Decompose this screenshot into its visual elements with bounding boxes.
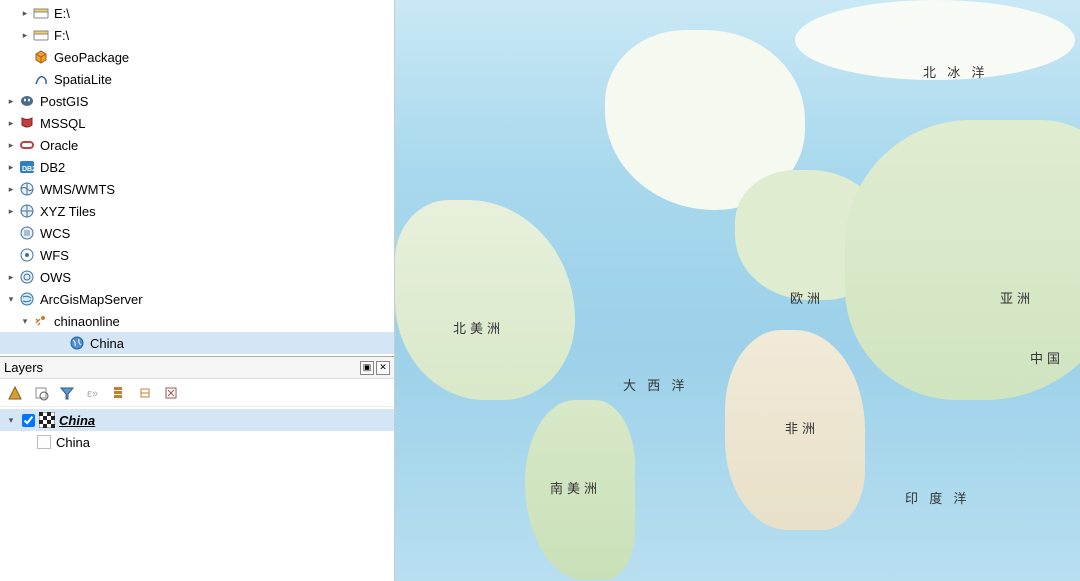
map-label: 大 西 洋 — [623, 375, 689, 394]
xyz-icon — [18, 202, 36, 220]
browser-item-label: China — [90, 336, 124, 351]
expression-button[interactable]: ε» — [84, 384, 102, 402]
layers-panel-header: Layers ▣ ✕ — [0, 357, 394, 379]
browser-item-label: XYZ Tiles — [40, 204, 96, 219]
expand-toggle-icon[interactable]: ▸ — [4, 94, 18, 108]
filter-legend-button[interactable] — [32, 384, 50, 402]
drive-icon — [32, 26, 50, 44]
layers-panel-title: Layers — [4, 360, 43, 375]
browser-item[interactable]: WFS — [0, 244, 394, 266]
sublayer-label: China — [56, 435, 90, 450]
browser-item[interactable]: ▸ OWS — [0, 266, 394, 288]
oracle-icon — [18, 136, 36, 154]
svg-text:DB2: DB2 — [22, 166, 35, 173]
browser-item-label: E:\ — [54, 6, 70, 21]
map-label: 非洲 — [785, 418, 819, 437]
expand-toggle-icon[interactable]: ▸ — [18, 6, 32, 20]
sublayer-china[interactable]: China — [0, 431, 394, 453]
map-label: 印 度 洋 — [905, 488, 971, 507]
browser-item[interactable]: ▸ E:\ — [0, 2, 394, 24]
maplayer-icon — [68, 334, 86, 352]
browser-item-label: WCS — [40, 226, 70, 241]
layer-checker-swatch — [39, 412, 55, 428]
map-label: 中国 — [1030, 348, 1064, 367]
browser-item-label: OWS — [40, 270, 71, 285]
expand-toggle-icon[interactable]: ▸ — [18, 28, 32, 42]
map-label: 北美洲 — [453, 318, 504, 337]
mssql-icon — [18, 114, 36, 132]
browser-item[interactable]: GeoPackage — [0, 46, 394, 68]
browser-item[interactable]: ▾ chinaonline — [0, 310, 394, 332]
wms-icon — [18, 180, 36, 198]
browser-item[interactable]: China — [0, 332, 394, 354]
layer-empty-swatch — [36, 434, 52, 450]
browser-item-label: WMS/WMTS — [40, 182, 115, 197]
browser-item-label: GeoPackage — [54, 50, 129, 65]
collapse-toggle-icon[interactable]: ▾ — [4, 292, 18, 306]
map-label: 北 冰 洋 — [923, 62, 989, 81]
style-manager-button[interactable] — [6, 384, 24, 402]
spatialite-icon — [32, 70, 50, 88]
db2-icon: DB2 — [18, 158, 36, 176]
browser-item[interactable]: ▸ PostGIS — [0, 90, 394, 112]
browser-item[interactable]: ▸ F:\ — [0, 24, 394, 46]
expand-toggle-icon[interactable]: ▸ — [4, 138, 18, 152]
drive-icon — [32, 4, 50, 22]
browser-item-label: chinaonline — [54, 314, 120, 329]
layers-tree[interactable]: ▾ China China — [0, 407, 394, 581]
geopackage-icon — [32, 48, 50, 66]
expand-toggle-icon[interactable]: ▸ — [4, 270, 18, 284]
browser-item-label: MSSQL — [40, 116, 86, 131]
map-label: 南美洲 — [550, 478, 601, 497]
browser-item[interactable]: ▸ MSSQL — [0, 112, 394, 134]
browser-item[interactable]: SpatiaLite — [0, 68, 394, 90]
browser-item-label: ArcGisMapServer — [40, 292, 143, 307]
expand-toggle-icon[interactable]: ▸ — [4, 160, 18, 174]
layers-panel: Layers ▣ ✕ ε» ▾ China — [0, 356, 394, 581]
browser-item[interactable]: ▸ WMS/WMTS — [0, 178, 394, 200]
layers-toolbar: ε» — [0, 379, 394, 407]
browser-item[interactable]: ▸ XYZ Tiles — [0, 200, 394, 222]
map-canvas[interactable]: 北 冰 洋北美洲 欧洲 亚洲中国大 西 洋非洲南美洲印 度 洋 — [395, 0, 1080, 581]
undock-button[interactable]: ▣ — [360, 361, 374, 375]
browser-item-label: F:\ — [54, 28, 69, 43]
browser-item-label: Oracle — [40, 138, 78, 153]
browser-panel[interactable]: ▸ E:\ ▸ F:\ GeoPackage SpatiaLite ▸ PostGIS ▸ MSS… — [0, 0, 394, 356]
landmass-shape — [395, 200, 575, 400]
browser-item[interactable]: WCS — [0, 222, 394, 244]
layer-group-label: China — [59, 413, 95, 428]
filter-button[interactable] — [58, 384, 76, 402]
browser-item[interactable]: ▸ DB2 DB2 — [0, 156, 394, 178]
wfs-icon — [18, 246, 36, 264]
ows-icon — [18, 268, 36, 286]
close-panel-button[interactable]: ✕ — [376, 361, 390, 375]
browser-item[interactable]: ▸ Oracle — [0, 134, 394, 156]
browser-item[interactable]: ▾ ArcGisMapServer — [0, 288, 394, 310]
browser-item-label: WFS — [40, 248, 69, 263]
layer-visibility-checkbox[interactable] — [22, 414, 35, 427]
wcs-icon — [18, 224, 36, 242]
connection-icon — [32, 312, 50, 330]
map-label: 亚洲 — [1000, 288, 1034, 307]
postgis-icon — [18, 92, 36, 110]
expand-all-button[interactable] — [110, 384, 128, 402]
expand-toggle-icon[interactable]: ▾ — [4, 413, 18, 427]
remove-layer-button[interactable] — [162, 384, 180, 402]
browser-item-label: PostGIS — [40, 94, 88, 109]
expand-toggle-icon[interactable]: ▸ — [4, 182, 18, 196]
svg-text:ε»: ε» — [87, 388, 98, 400]
collapse-all-button[interactable] — [136, 384, 154, 402]
collapse-toggle-icon[interactable]: ▾ — [18, 314, 32, 328]
arcgis-icon — [18, 290, 36, 308]
expand-toggle-icon[interactable]: ▸ — [4, 204, 18, 218]
layer-group-china[interactable]: ▾ China — [0, 409, 394, 431]
browser-item-label: SpatiaLite — [54, 72, 112, 87]
map-label: 欧洲 — [790, 288, 824, 307]
expand-toggle-icon[interactable]: ▸ — [4, 116, 18, 130]
browser-item-label: DB2 — [40, 160, 65, 175]
